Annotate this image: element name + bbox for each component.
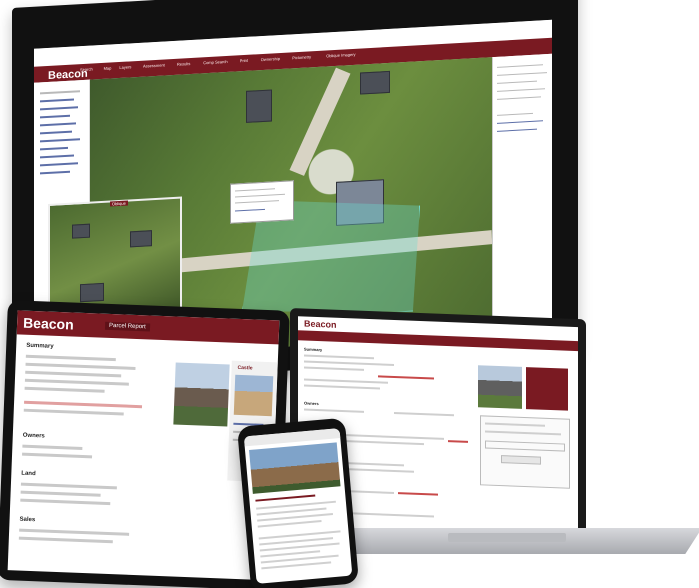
layer-row[interactable] (40, 154, 74, 159)
info-link[interactable] (497, 128, 537, 132)
layer-row[interactable] (40, 130, 72, 135)
section-owners: Owners (22, 432, 45, 440)
panel-button[interactable] (501, 455, 541, 465)
layer-row[interactable] (40, 98, 74, 103)
phone-screen (243, 428, 353, 584)
layer-row[interactable] (40, 138, 80, 143)
record-link[interactable] (448, 440, 468, 443)
house-roof (72, 223, 90, 239)
oblique-window-title: Oblique (110, 200, 128, 207)
nav-item-pictometry[interactable]: Pictometry (292, 54, 311, 60)
parcel-popup[interactable] (230, 180, 294, 224)
property-photo[interactable] (478, 365, 522, 409)
phone-device (236, 417, 360, 588)
castle-image (233, 374, 274, 417)
house-roof (80, 282, 104, 303)
laptop-trackpad-notch (448, 533, 566, 542)
property-photo-secondary[interactable] (526, 367, 568, 411)
beacon-logo[interactable]: Beacon (23, 315, 74, 333)
layer-row[interactable] (40, 114, 70, 119)
section-sales: Sales (19, 516, 36, 524)
nav-item-ownership[interactable]: Ownership (261, 56, 280, 62)
section-land: Land (21, 470, 36, 478)
input-field[interactable] (485, 440, 565, 452)
parcel-info-panel (492, 53, 552, 336)
nav-item-layers[interactable]: Layers (119, 64, 131, 70)
nav-item-search[interactable]: Search (80, 66, 93, 72)
layer-row[interactable] (40, 90, 80, 95)
laptop-nav-bar (298, 330, 578, 352)
photo-caption: Castle (237, 364, 253, 372)
nav-item-print[interactable]: Print (240, 58, 248, 63)
road (289, 67, 351, 176)
tab-parcel-report[interactable]: Parcel Report (104, 321, 150, 332)
property-photo[interactable] (173, 362, 230, 427)
layer-row[interactable] (40, 162, 78, 167)
layer-row[interactable] (40, 146, 68, 151)
record-link[interactable] (24, 400, 143, 409)
house-roof (246, 89, 272, 123)
popup-link[interactable] (235, 208, 265, 212)
right-panel-card (480, 415, 570, 489)
nav-item-map[interactable]: Map (104, 65, 112, 70)
record-link[interactable] (398, 492, 438, 496)
record-link[interactable] (378, 375, 434, 380)
section-owners: Owners (304, 400, 319, 407)
beacon-logo[interactable]: Beacon (304, 319, 337, 330)
layer-row[interactable] (40, 122, 76, 127)
house-roof (360, 70, 390, 95)
house-roof (130, 230, 152, 248)
section-summary: Summary (26, 342, 54, 350)
property-photo[interactable] (249, 442, 341, 494)
nav-item-results[interactable]: Results (177, 61, 190, 67)
layer-row[interactable] (40, 106, 78, 111)
info-link[interactable] (497, 120, 543, 124)
section-summary: Summary (304, 346, 323, 353)
layer-row[interactable] (40, 170, 70, 175)
phone-header-link[interactable] (255, 494, 316, 502)
